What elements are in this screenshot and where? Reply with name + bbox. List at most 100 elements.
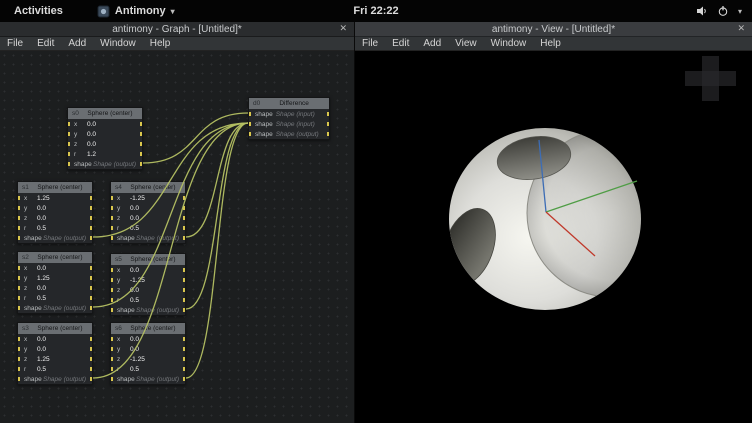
- input-port[interactable]: [68, 132, 70, 136]
- output-port[interactable]: [140, 122, 142, 126]
- output-port[interactable]: [90, 236, 92, 240]
- input-port[interactable]: [111, 298, 113, 302]
- output-port[interactable]: [90, 296, 92, 300]
- input-port[interactable]: [111, 337, 113, 341]
- output-port[interactable]: [327, 112, 329, 116]
- wire-s6-d0[interactable]: [186, 123, 248, 378]
- output-port[interactable]: [327, 122, 329, 126]
- menu-window[interactable]: Window: [484, 38, 534, 49]
- input-port[interactable]: [249, 132, 251, 136]
- datum-value[interactable]: 0.0: [37, 205, 46, 212]
- input-port[interactable]: [111, 377, 113, 381]
- menu-add[interactable]: Add: [416, 38, 448, 49]
- clock[interactable]: Fri 22:22: [353, 5, 398, 17]
- input-port[interactable]: [111, 288, 113, 292]
- input-port[interactable]: [111, 216, 113, 220]
- output-port[interactable]: [90, 226, 92, 230]
- input-port[interactable]: [68, 122, 70, 126]
- output-port[interactable]: [140, 162, 142, 166]
- menu-help[interactable]: Help: [533, 38, 568, 49]
- node-d0[interactable]: d0DifferenceshapeShape (input)shapeShape…: [248, 97, 330, 140]
- input-port[interactable]: [111, 226, 113, 230]
- menu-edit[interactable]: Edit: [30, 38, 61, 49]
- input-port[interactable]: [111, 278, 113, 282]
- input-port[interactable]: [18, 337, 20, 341]
- input-port[interactable]: [18, 266, 20, 270]
- output-port[interactable]: [90, 367, 92, 371]
- output-port[interactable]: [90, 196, 92, 200]
- menu-window[interactable]: Window: [93, 38, 143, 49]
- datum-value[interactable]: 0.5: [130, 225, 139, 232]
- input-port[interactable]: [249, 112, 251, 116]
- input-port[interactable]: [111, 196, 113, 200]
- wire-s5-d0[interactable]: [186, 123, 248, 309]
- output-port[interactable]: [183, 298, 185, 302]
- nav-down-button[interactable]: [702, 86, 719, 101]
- node-titlebar[interactable]: s1Sphere (center): [18, 182, 92, 193]
- output-port[interactable]: [183, 226, 185, 230]
- datum-value[interactable]: 1.2: [87, 151, 96, 158]
- output-port[interactable]: [90, 276, 92, 280]
- datum-value[interactable]: 0.0: [37, 336, 46, 343]
- datum-value[interactable]: 0.0: [37, 265, 46, 272]
- input-port[interactable]: [18, 276, 20, 280]
- datum-value[interactable]: 0.5: [130, 297, 139, 304]
- datum-value[interactable]: 0.0: [130, 267, 139, 274]
- graph-titlebar[interactable]: antimony - Graph - [Untitled]* ✕: [0, 22, 354, 37]
- output-port[interactable]: [90, 266, 92, 270]
- input-port[interactable]: [111, 347, 113, 351]
- wire-s0-d0[interactable]: [143, 113, 248, 163]
- node-s0[interactable]: s0Sphere (center)x0.0y0.0z0.0r1.2shapeSh…: [67, 107, 143, 170]
- output-port[interactable]: [90, 337, 92, 341]
- 3d-viewport[interactable]: [355, 51, 752, 423]
- node-titlebar[interactable]: s5Sphere (center): [111, 254, 185, 265]
- datum-value[interactable]: 0.0: [37, 285, 46, 292]
- input-port[interactable]: [18, 296, 20, 300]
- nav-center-button[interactable]: [702, 71, 719, 86]
- datum-value[interactable]: 0.5: [37, 295, 46, 302]
- output-port[interactable]: [183, 308, 185, 312]
- output-port[interactable]: [327, 132, 329, 136]
- output-port[interactable]: [140, 152, 142, 156]
- node-titlebar[interactable]: s2Sphere (center): [18, 252, 92, 263]
- datum-value[interactable]: -1.25: [130, 195, 145, 202]
- datum-value[interactable]: 0.0: [87, 131, 96, 138]
- input-port[interactable]: [18, 286, 20, 290]
- node-s2[interactable]: s2Sphere (center)x0.0y1.25z0.0r0.5shapeS…: [17, 251, 93, 314]
- menu-view[interactable]: View: [448, 38, 484, 49]
- datum-value[interactable]: 0.0: [37, 215, 46, 222]
- output-port[interactable]: [90, 347, 92, 351]
- input-port[interactable]: [111, 268, 113, 272]
- menu-add[interactable]: Add: [61, 38, 93, 49]
- input-port[interactable]: [18, 236, 20, 240]
- datum-value[interactable]: 1.25: [37, 275, 50, 282]
- datum-value[interactable]: 1.25: [37, 356, 50, 363]
- output-port[interactable]: [183, 236, 185, 240]
- input-port[interactable]: [111, 236, 113, 240]
- input-port[interactable]: [18, 377, 20, 381]
- graph-canvas[interactable]: s0Sphere (center)x0.0y0.0z0.0r1.2shapeSh…: [0, 51, 354, 423]
- datum-value[interactable]: 0.0: [130, 205, 139, 212]
- input-port[interactable]: [18, 216, 20, 220]
- datum-value[interactable]: 0.5: [130, 366, 139, 373]
- output-port[interactable]: [183, 288, 185, 292]
- menu-file[interactable]: File: [355, 38, 385, 49]
- menu-edit[interactable]: Edit: [385, 38, 416, 49]
- input-port[interactable]: [111, 206, 113, 210]
- output-port[interactable]: [183, 377, 185, 381]
- nav-left-button[interactable]: [685, 71, 702, 86]
- output-port[interactable]: [183, 337, 185, 341]
- nav-right-button[interactable]: [719, 71, 736, 86]
- nav-up-button[interactable]: [702, 56, 719, 71]
- close-icon[interactable]: ✕: [737, 23, 745, 34]
- input-port[interactable]: [68, 152, 70, 156]
- output-port[interactable]: [183, 278, 185, 282]
- node-titlebar[interactable]: s0Sphere (center): [68, 108, 142, 119]
- datum-value[interactable]: 0.0: [87, 121, 96, 128]
- input-port[interactable]: [18, 206, 20, 210]
- node-s1[interactable]: s1Sphere (center)x1.25y0.0z0.0r0.5shapeS…: [17, 181, 93, 244]
- output-port[interactable]: [140, 142, 142, 146]
- output-port[interactable]: [183, 347, 185, 351]
- input-port[interactable]: [249, 122, 251, 126]
- input-port[interactable]: [111, 357, 113, 361]
